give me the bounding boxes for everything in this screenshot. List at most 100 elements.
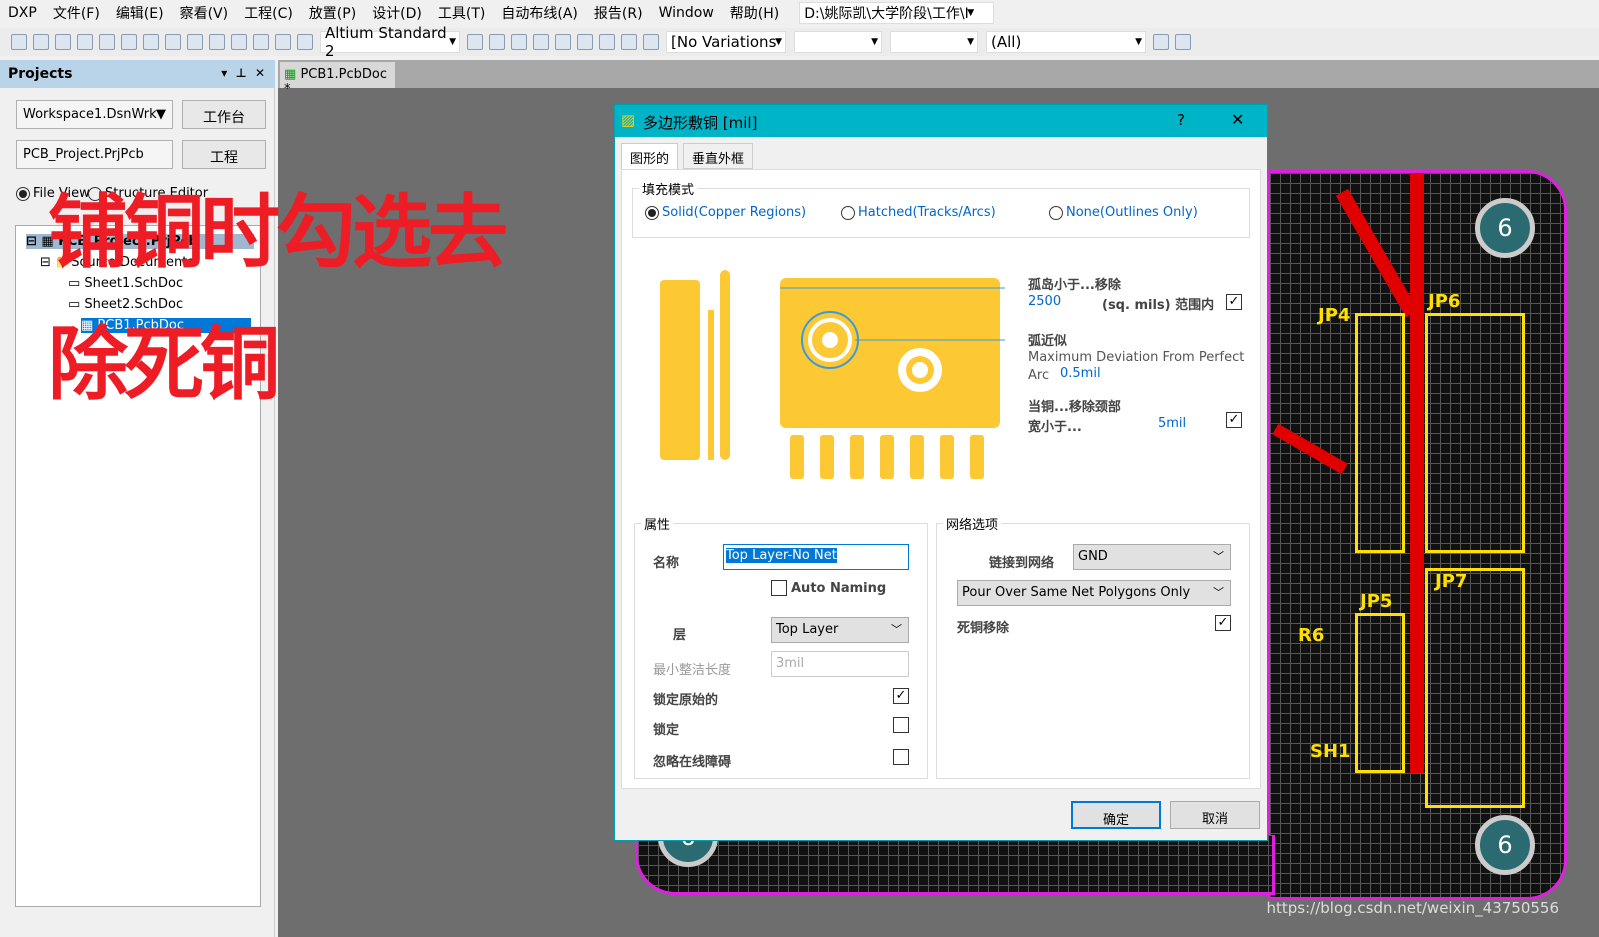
annotation-line1: 铺铜时勾选去 (48, 186, 508, 279)
blank-combo-2[interactable]: ▼ (890, 31, 978, 53)
ok-button[interactable]: 确定 (1071, 801, 1161, 829)
move-icon[interactable] (253, 34, 269, 50)
neck-label: 当铜...移除颈部 (1028, 400, 1121, 415)
connect-net-select[interactable]: GND ﹀ (1073, 544, 1231, 570)
toolbar: Altium Standard 2 ▼ [No Variations ▼ ▼ ▼ (… (0, 24, 1599, 60)
menu-design[interactable]: 设计(D) (372, 3, 422, 23)
filter-icon[interactable] (1153, 34, 1169, 50)
pcb-canvas[interactable]: JP6 JP4 JP7 JP5 R6 SH1 6 6 (1267, 170, 1567, 900)
jp4-outline (1355, 313, 1405, 553)
track-icon[interactable] (489, 34, 505, 50)
net-options-group: 网络选项 链接到网络 GND ﹀ Pour Over Same Net Polyg… (936, 514, 1250, 779)
redo-icon[interactable] (297, 34, 313, 50)
fill-hatched-radio[interactable]: Hatched(Tracks/Arcs) (841, 205, 996, 220)
island-checkbox[interactable]: ✓ (1226, 294, 1242, 310)
panel-controls-icon[interactable]: ▾ ⊥ ✕ (221, 66, 265, 80)
workspace-select[interactable]: Workspace1.DsnWrk ▼ (16, 100, 173, 129)
label-jp6: JP6 (1428, 291, 1461, 312)
label-r6: R6 (1298, 625, 1325, 646)
arc-desc: Maximum Deviation From Perfect (1028, 350, 1245, 365)
text-icon[interactable] (621, 34, 637, 50)
preview-icon[interactable] (99, 34, 115, 50)
variations-combo[interactable]: [No Variations ▼ (666, 31, 786, 53)
layer-label: 层 (673, 628, 687, 643)
zoom-icon[interactable] (121, 34, 137, 50)
save-icon[interactable] (55, 34, 71, 50)
layer-select[interactable]: Top Layer ﹀ (771, 617, 909, 643)
route-icon[interactable] (467, 34, 483, 50)
project-button[interactable]: 工程 (182, 140, 266, 169)
tab-pcb1[interactable]: ▦ PCB1.PcbDoc * (280, 62, 395, 97)
workspace-button[interactable]: 工作台 (182, 100, 266, 129)
lock-checkbox[interactable] (893, 717, 909, 733)
path-combo[interactable]: D:\姚际凯\大学阶段\工作\I ▼ (799, 2, 995, 24)
filter-combo[interactable]: (All) ▼ (986, 31, 1146, 53)
watermark: https://blog.csdn.net/weixin_43750556 (1266, 899, 1559, 917)
clear-filter-icon[interactable] (1175, 34, 1191, 50)
menu-autoroute[interactable]: 自动布线(A) (501, 3, 578, 23)
island-value[interactable]: 2500 (1028, 294, 1061, 309)
menu-project[interactable]: 工程(C) (244, 3, 293, 23)
arc-label: 弧近似 (1028, 334, 1068, 349)
neck-value[interactable]: 5mil (1158, 416, 1186, 431)
name-input[interactable]: Top Layer-No Net (723, 544, 909, 570)
menu-window[interactable]: Window (659, 5, 714, 21)
name-label: 名称 (653, 556, 680, 571)
menu-tools[interactable]: 工具(T) (438, 3, 485, 23)
cut-icon[interactable] (165, 34, 181, 50)
mount-hole: 6 (1475, 198, 1535, 258)
menu-reports[interactable]: 报告(R) (594, 3, 643, 23)
lock-primitives-checkbox[interactable]: ✓ (893, 688, 909, 704)
close-button[interactable]: ✕ (1231, 110, 1244, 129)
pour-over-select[interactable]: Pour Over Same Net Polygons Only ﹀ (957, 580, 1231, 606)
menu-file[interactable]: 文件(F) (53, 3, 100, 23)
select-icon[interactable] (231, 34, 247, 50)
pad-icon[interactable] (511, 34, 527, 50)
fill-mode-illustration (660, 270, 1005, 479)
auto-naming-label: Auto Naming (791, 581, 887, 596)
menu-dxp[interactable]: DXP (8, 5, 37, 21)
via-icon[interactable] (533, 34, 549, 50)
fill-solid-radio[interactable]: Solid(Copper Regions) (645, 205, 806, 220)
label-jp4: JP4 (1318, 305, 1351, 326)
label-jp7: JP7 (1435, 571, 1468, 592)
menu-edit[interactable]: 编辑(E) (116, 3, 164, 23)
jp5-outline (1355, 613, 1405, 773)
min-length-label: 最小整洁长度 (653, 663, 732, 678)
fill-icon[interactable] (577, 34, 593, 50)
tab-outline[interactable]: 垂直外框 (683, 143, 754, 169)
neck-checkbox[interactable]: ✓ (1226, 412, 1242, 428)
fill-none-radio[interactable]: None(Outlines Only) (1049, 205, 1198, 220)
arc-value[interactable]: 0.5mil (1060, 366, 1101, 381)
cancel-button[interactable]: 取消 (1170, 801, 1260, 829)
print-icon[interactable] (77, 34, 93, 50)
project-field[interactable]: PCB_Project.PrjPcb (16, 140, 173, 169)
blank-combo-1[interactable]: ▼ (794, 31, 882, 53)
menu-help[interactable]: 帮助(H) (730, 3, 779, 23)
style-combo[interactable]: Altium Standard 2 ▼ (320, 24, 460, 60)
arc-icon[interactable] (555, 34, 571, 50)
menu-view[interactable]: 察看(V) (180, 3, 229, 23)
new-icon[interactable] (11, 34, 27, 50)
help-button[interactable]: ? (1177, 111, 1185, 129)
dead-copper-checkbox[interactable]: ✓ (1215, 615, 1231, 631)
arc-desc-2: Arc (1028, 368, 1050, 383)
component-icon[interactable] (643, 34, 659, 50)
island-label: 孤岛小于...移除 (1028, 278, 1121, 293)
polygon-icon[interactable] (599, 34, 615, 50)
paste-icon[interactable] (209, 34, 225, 50)
pcb-canvas-bottom[interactable]: 6 (635, 807, 1275, 895)
copy-icon[interactable] (187, 34, 203, 50)
dead-copper-label: 死铜移除 (957, 621, 1010, 636)
min-length-input[interactable]: 3mil (771, 651, 909, 677)
menu-place[interactable]: 放置(P) (309, 3, 356, 23)
dialog-title-bar: ▨ 多边形敷铜 [mil] ? ✕ (615, 105, 1267, 137)
open-icon[interactable] (33, 34, 49, 50)
tab-graphical[interactable]: 图形的 (621, 143, 679, 169)
undo-icon[interactable] (275, 34, 291, 50)
neck-label-2: 宽小于... (1028, 420, 1082, 435)
ignore-obstacles-checkbox[interactable] (893, 749, 909, 765)
auto-naming-checkbox[interactable] (771, 580, 787, 596)
zoom-area-icon[interactable] (143, 34, 159, 50)
ignore-obstacles-label: 忽略在线障碍 (653, 755, 732, 770)
